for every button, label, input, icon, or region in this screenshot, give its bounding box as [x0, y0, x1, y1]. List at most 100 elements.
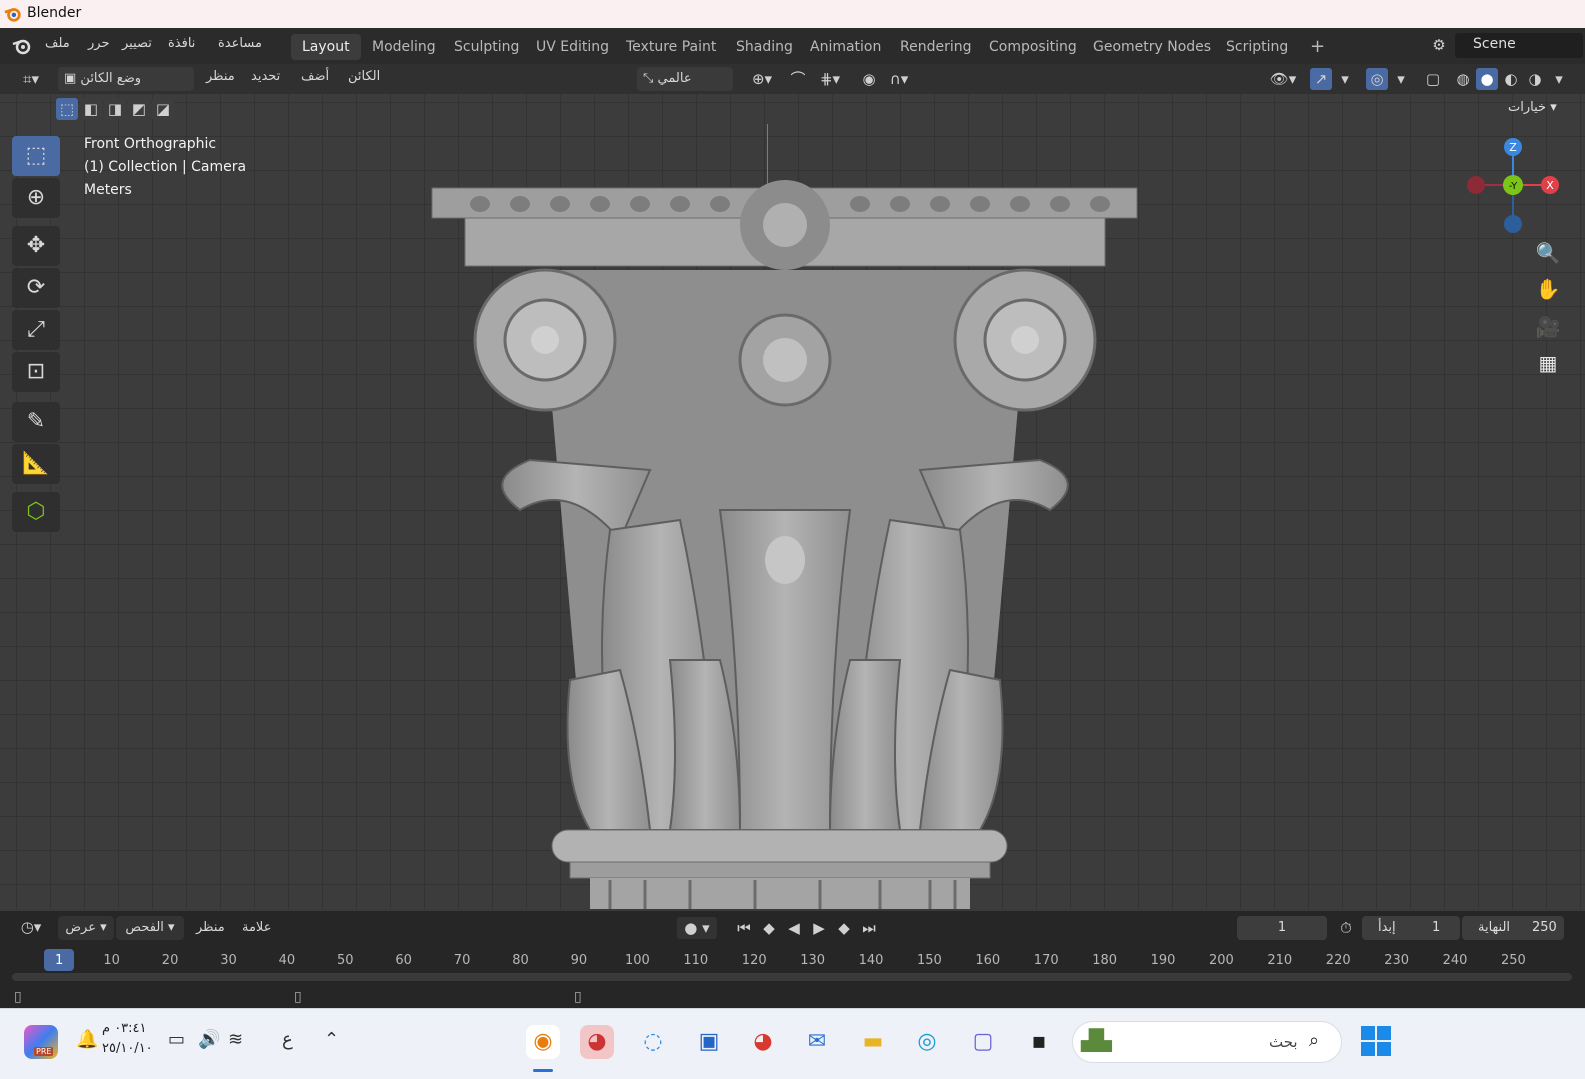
tab-uv-editing[interactable]: UV Editing	[525, 34, 620, 60]
menu-window[interactable]: نافذة	[168, 36, 195, 51]
gizmo-dropdown-icon[interactable]: ▾	[1334, 68, 1356, 90]
visibility-icon[interactable]: 👁▾	[1265, 68, 1301, 90]
tab-compositing[interactable]: Compositing	[978, 34, 1088, 60]
chrome-icon[interactable]: ◕	[746, 1025, 780, 1059]
proportional-edit-icon[interactable]: ◉	[858, 68, 880, 90]
clock-time[interactable]: ٠٣:٤١ م	[102, 1021, 147, 1036]
menu-view[interactable]: منظر	[206, 69, 235, 84]
title-bar: Blender	[0, 0, 1585, 28]
transform-tool-icon[interactable]: ⊡	[12, 352, 60, 392]
search-assistant-icon[interactable]: ◌	[636, 1025, 670, 1059]
task-view-icon[interactable]: ▪	[1022, 1025, 1056, 1059]
select-invert-icon[interactable]: ◩	[128, 98, 150, 120]
frame-tick-label: 50	[337, 953, 354, 968]
transform-orientation-dropdown[interactable]: ⤡ عالمي	[637, 67, 733, 91]
gizmo-x-label: X	[1546, 179, 1554, 192]
windows-taskbar: PRE 🔔 ٠٣:٤١ م ٢٥/١٠/١٠ ▭ 🔊 ≋ ع ⌃ ◉ ◕ ◌ ▣…	[0, 1008, 1585, 1079]
chrome-profile-icon[interactable]: ◕	[580, 1025, 614, 1059]
material-shading-icon[interactable]: ◐	[1500, 68, 1522, 90]
menu-render[interactable]: تصيير	[122, 36, 152, 51]
select-intersect-icon[interactable]: ◪	[152, 98, 174, 120]
tab-layout[interactable]: Layout	[291, 34, 361, 60]
select-subtract-icon[interactable]: ◨	[104, 98, 126, 120]
select-extend-icon[interactable]: ◧	[80, 98, 102, 120]
scene-field[interactable]: Scene	[1455, 33, 1583, 58]
blender-taskbar-icon[interactable]: ◉	[526, 1025, 560, 1059]
blender-menu-icon[interactable]	[12, 36, 32, 56]
taskbar-search-box[interactable]: ▟▙ بحث ⌕	[1072, 1021, 1342, 1063]
camera-view-icon[interactable]: 🎥	[1533, 312, 1563, 342]
gizmo-neg-z-axis[interactable]	[1504, 215, 1522, 233]
tab-sculpting[interactable]: Sculpting	[443, 34, 530, 60]
add-workspace-button[interactable]: +	[1299, 34, 1336, 60]
overlays-dropdown-icon[interactable]: ▾	[1390, 68, 1412, 90]
frame-ruler[interactable]: 1 10 20 30 40 50 60 70 80 90 100 110 120 130 140 150 160…	[0, 911, 1585, 981]
scale-tool-icon[interactable]: ⤢	[12, 310, 60, 350]
tab-scripting[interactable]: Scripting	[1215, 34, 1299, 60]
tab-modeling[interactable]: Modeling	[361, 34, 447, 60]
tray-overflow-chevron-icon[interactable]: ⌃	[324, 1029, 339, 1050]
active-app-indicator	[533, 1069, 553, 1072]
menu-help[interactable]: مساعدة	[218, 36, 262, 51]
notifications-icon[interactable]: 🔔	[76, 1029, 98, 1050]
volume-icon[interactable]: 🔊	[198, 1029, 220, 1050]
frame-tick-label: 20	[161, 953, 179, 968]
teams-icon[interactable]: ▢	[966, 1025, 1000, 1059]
3d-viewport[interactable]: ⬚ ◧ ◨ ◩ ◪ خيارات ▾ Front Orthographic (1…	[0, 94, 1585, 909]
wifi-icon[interactable]: ≋	[228, 1029, 243, 1050]
falloff-icon[interactable]: ∩▾	[884, 68, 914, 90]
frame-tick-label: 190	[1150, 953, 1176, 968]
frame-tick-label: 80	[512, 953, 529, 968]
zoom-icon[interactable]: 🔍	[1533, 238, 1563, 268]
file-explorer-icon[interactable]: ▬	[856, 1025, 890, 1059]
solid-shading-icon[interactable]: ●	[1476, 68, 1498, 90]
add-cube-tool-icon[interactable]: ⬡	[12, 492, 60, 532]
measure-tool-icon[interactable]: 📐	[12, 444, 60, 484]
editor-type-icon[interactable]: ⌗▾	[14, 68, 48, 90]
rotate-tool-icon[interactable]: ⟳	[12, 268, 60, 308]
menu-file[interactable]: ملف	[45, 36, 70, 51]
mode-dropdown[interactable]: ▣ وضع الكائن	[58, 67, 194, 91]
perspective-toggle-icon[interactable]: ▦	[1533, 348, 1563, 378]
edge-icon[interactable]: ◎	[910, 1025, 944, 1059]
navigation-gizmo[interactable]: Z X -Y	[1460, 132, 1566, 238]
overlays-toggle-icon[interactable]: ◎	[1366, 68, 1388, 90]
move-tool-icon[interactable]: ✥	[12, 226, 60, 266]
xray-toggle-icon[interactable]: ▢	[1422, 68, 1444, 90]
input-language[interactable]: ع	[282, 1029, 293, 1050]
menu-select[interactable]: تحديد	[251, 69, 280, 84]
gizmo-toggle-icon[interactable]: ↗	[1310, 68, 1332, 90]
annotate-tool-icon[interactable]: ✎	[12, 402, 60, 442]
menu-add[interactable]: أضف	[301, 69, 329, 84]
timeline-scrollbar[interactable]	[12, 973, 1572, 981]
battery-icon[interactable]: ▭	[168, 1029, 185, 1050]
mouse-right-icon: ▯	[574, 989, 582, 1005]
snap-toggle-icon[interactable]: ⌒	[787, 68, 809, 90]
view-name-label: Front Orthographic	[84, 136, 217, 152]
gizmo-neg-x-axis[interactable]	[1467, 176, 1485, 194]
wireframe-shading-icon[interactable]: ◍	[1452, 68, 1474, 90]
tab-shading[interactable]: Shading	[725, 34, 804, 60]
tab-rendering[interactable]: Rendering	[889, 34, 983, 60]
options-dropdown[interactable]: خيارات ▾	[1508, 100, 1557, 115]
store-icon[interactable]: ▣	[692, 1025, 726, 1059]
menu-object[interactable]: الكائن	[348, 69, 380, 84]
snap-target-icon[interactable]: ⋕▾	[814, 68, 846, 90]
pivot-point-icon[interactable]: ⊕▾	[744, 68, 780, 90]
tab-geometry-nodes[interactable]: Geometry Nodes	[1082, 34, 1222, 60]
mail-icon[interactable]: ✉	[800, 1025, 834, 1059]
tab-texture-paint[interactable]: Texture Paint	[615, 34, 727, 60]
select-box-tool-icon[interactable]: ⬚	[12, 136, 60, 176]
object-mode-icon: ▣	[64, 71, 81, 86]
tab-animation[interactable]: Animation	[799, 34, 892, 60]
scene-selector-icon[interactable]: ⚙	[1428, 34, 1450, 56]
menu-edit[interactable]: حرر	[88, 36, 110, 51]
select-new-icon[interactable]: ⬚	[56, 98, 78, 120]
pan-hand-icon[interactable]: ✋	[1533, 274, 1563, 304]
cursor-tool-icon[interactable]: ⊕	[12, 178, 60, 218]
frame-tick-label: 140	[858, 953, 884, 968]
windows-start-icon[interactable]	[1360, 1025, 1392, 1057]
rendered-shading-icon[interactable]: ◑	[1524, 68, 1546, 90]
clock-date[interactable]: ٢٥/١٠/١٠	[102, 1041, 153, 1056]
shading-dropdown-icon[interactable]: ▾	[1548, 68, 1570, 90]
